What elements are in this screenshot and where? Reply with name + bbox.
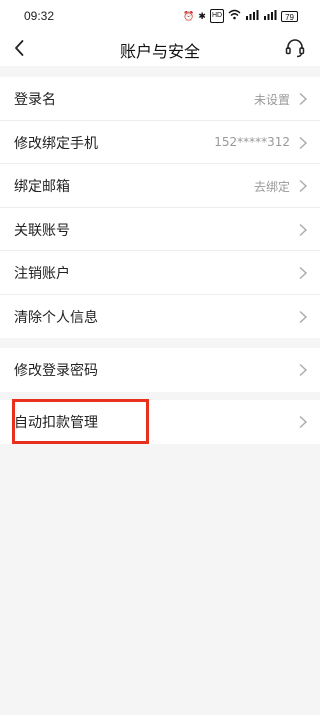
battery-icon: 79 — [281, 10, 298, 22]
hd-icon: HD — [209, 9, 225, 23]
row-label: 清除个人信息 — [14, 309, 98, 326]
row-label: 注销账户 — [14, 266, 70, 282]
row-label: 修改绑定手机 — [14, 135, 98, 152]
row-value: 去绑定 — [253, 180, 290, 194]
row-value: 152*****312 — [214, 134, 290, 149]
account-section: 登录名 未设置 修改绑定手机 152*****312 绑定邮箱 去绑定 关联账号… — [0, 77, 320, 338]
chevron-right-icon — [299, 92, 308, 106]
chevron-right-icon — [299, 415, 308, 429]
wifi-icon — [228, 9, 241, 23]
password-section: 修改登录密码 — [0, 348, 320, 392]
status-time: 09:32 — [24, 9, 55, 23]
row-label: 登录名 — [14, 92, 56, 108]
bluetooth-icon: ✱ — [198, 11, 206, 21]
chevron-right-icon — [299, 223, 308, 236]
status-icons: ⏰ ✱ HD 79 — [183, 9, 298, 23]
row-cancel-account[interactable]: 注销账户 — [0, 251, 320, 295]
chevron-right-icon — [299, 266, 308, 280]
nav-bar: 账户与安全 — [0, 30, 320, 66]
row-bind-email[interactable]: 绑定邮箱 去绑定 — [0, 164, 320, 208]
signal-icon-2 — [263, 9, 277, 23]
headset-icon[interactable] — [284, 37, 306, 59]
row-label: 绑定邮箱 — [14, 179, 70, 195]
row-clear-personal-info[interactable]: 清除个人信息 — [0, 295, 320, 339]
page-title: 账户与安全 — [119, 42, 200, 61]
row-login-name[interactable]: 登录名 未设置 — [0, 77, 320, 121]
chevron-right-icon — [299, 179, 308, 193]
signal-icon-1 — [245, 9, 259, 23]
row-label: 关联账号 — [14, 222, 70, 239]
chevron-right-icon — [299, 363, 308, 377]
row-change-phone[interactable]: 修改绑定手机 152*****312 — [0, 121, 320, 164]
alarm-icon: ⏰ — [183, 11, 195, 21]
row-change-password[interactable]: 修改登录密码 — [0, 348, 320, 392]
row-value: 未设置 — [253, 93, 290, 107]
chevron-right-icon — [299, 310, 308, 323]
row-label: 修改登录密码 — [14, 363, 98, 379]
highlight-box — [12, 399, 149, 444]
row-linked-accounts[interactable]: 关联账号 — [0, 208, 320, 251]
status-bar: 09:32 ⏰ ✱ HD 79 — [0, 0, 320, 30]
chevron-right-icon — [299, 136, 308, 149]
